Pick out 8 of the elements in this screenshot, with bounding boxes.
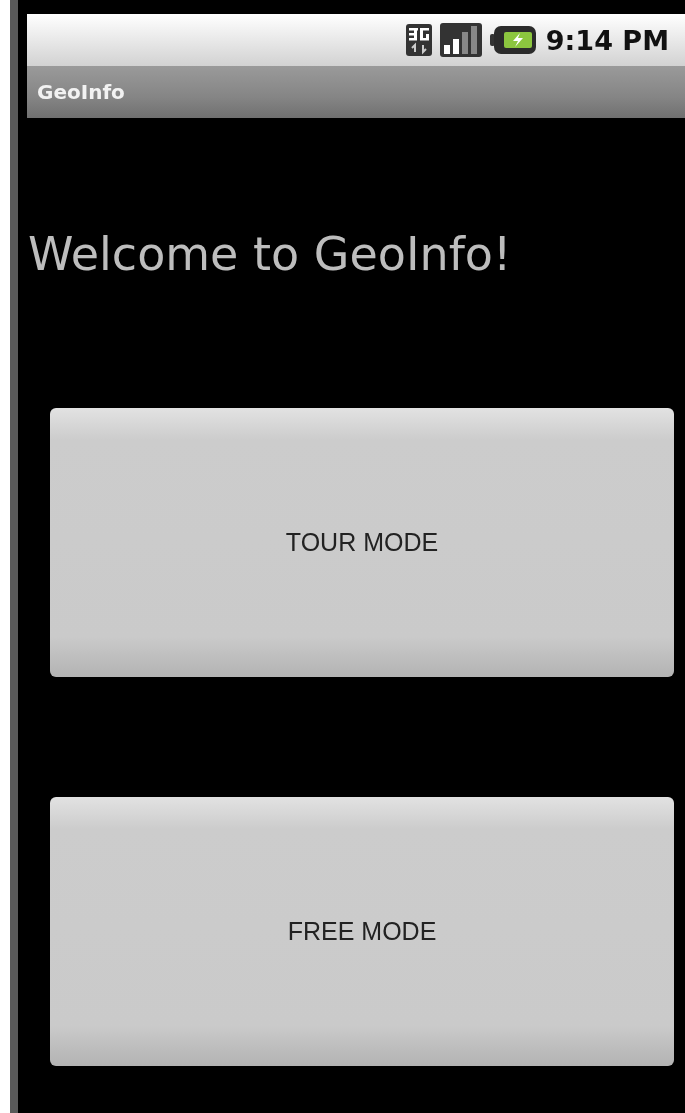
battery-charging-icon bbox=[489, 26, 536, 54]
clock-time: 9:14 PM bbox=[545, 24, 669, 56]
signal-icon bbox=[439, 23, 482, 57]
network-3g-icon bbox=[405, 24, 432, 56]
mode-button[interactable]: TOUR MODE bbox=[50, 408, 674, 677]
mode-button[interactable]: FREE MODE bbox=[50, 797, 674, 1066]
app-title: GeoInfo bbox=[37, 80, 125, 104]
welcome-heading: Welcome to GeoInfo! bbox=[28, 226, 512, 282]
